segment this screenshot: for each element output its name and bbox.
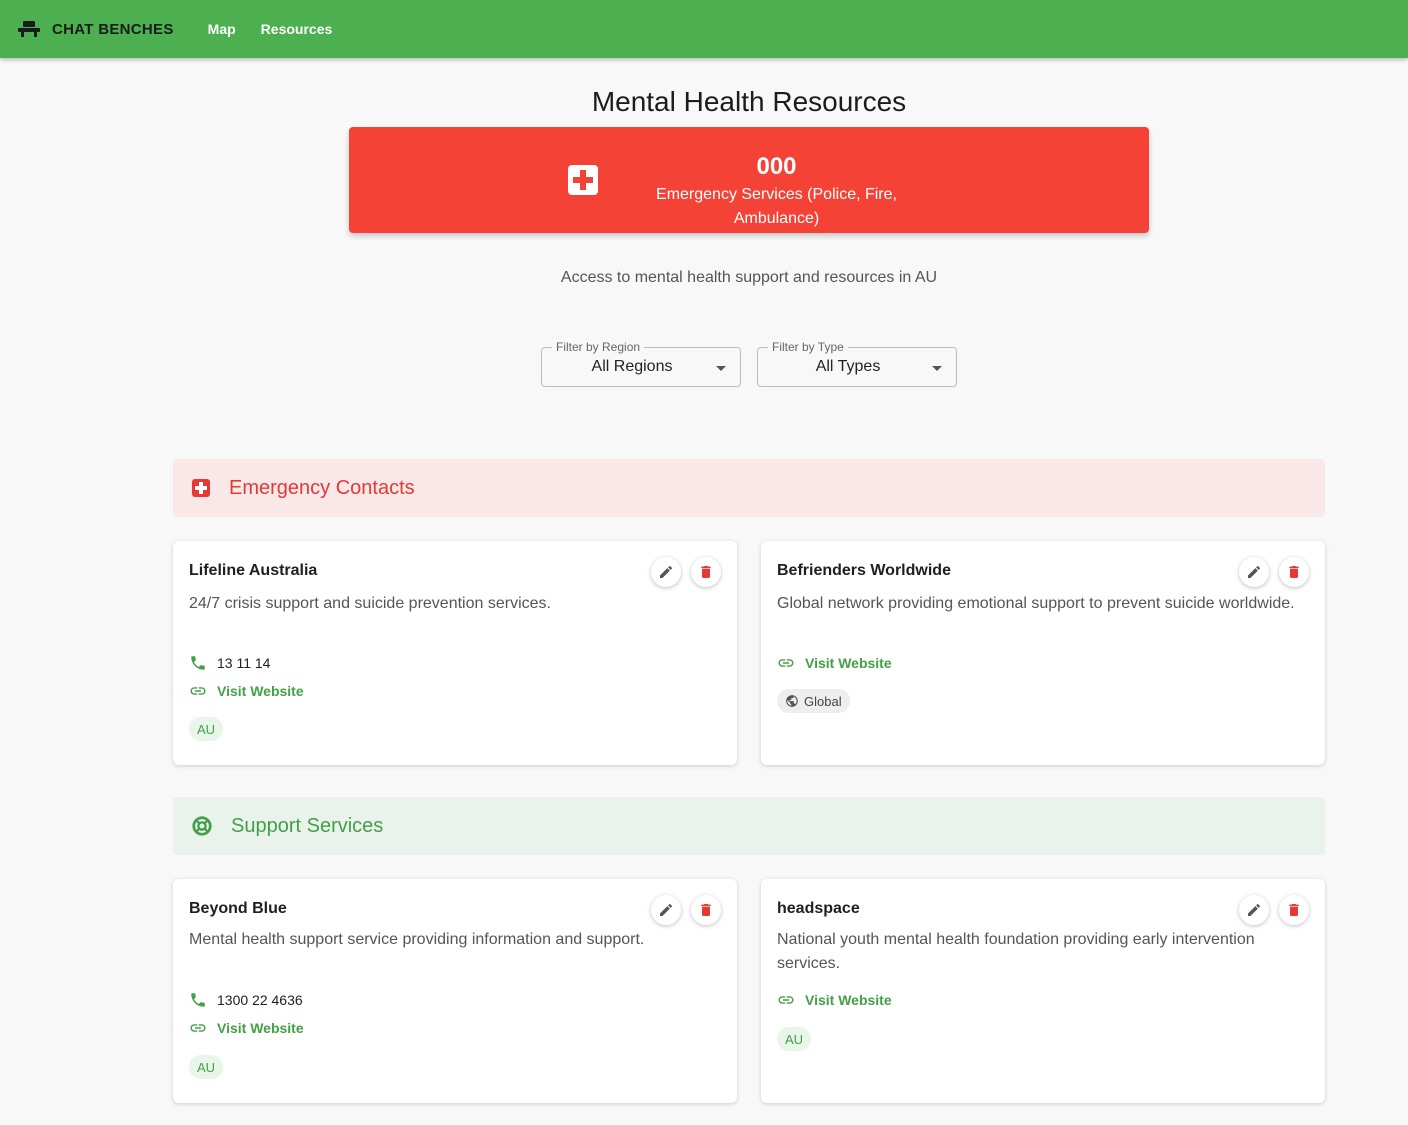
brand[interactable]: CHAT BENCHES [18, 21, 174, 38]
visit-website-link[interactable]: Visit Website [777, 654, 892, 672]
visit-website-label: Visit Website [805, 992, 892, 1008]
resource-name: Beyond Blue [189, 900, 287, 917]
visit-website-label: Visit Website [805, 655, 892, 671]
pencil-icon [1248, 565, 1261, 578]
type-filter-value: All Types [815, 358, 881, 375]
visit-website-link[interactable]: Visit Website [777, 991, 892, 1009]
visit-website-label: Visit Website [217, 1020, 304, 1036]
nav-map[interactable]: Map [208, 21, 236, 37]
banner-text: 000 Emergency Services (Police, Fire, Am… [619, 151, 934, 231]
delete-button[interactable] [1279, 895, 1309, 925]
brand-label: CHAT BENCHES [52, 20, 174, 38]
emergency-number: 000 [756, 153, 797, 180]
lifebuoy-icon [192, 816, 212, 836]
region-filter-select[interactable]: Filter by Region All Regions [541, 340, 741, 387]
region-chip: AU [189, 717, 224, 741]
resource-card-beyond-blue: Beyond Blue Mental health support servic… [173, 879, 737, 1103]
resource-name: Lifeline Australia [189, 562, 318, 579]
link-icon [778, 996, 794, 1004]
phone-row[interactable]: 13 11 14 [189, 654, 270, 672]
resource-description: Mental health support service providing … [189, 931, 645, 948]
edit-button[interactable] [651, 557, 681, 587]
pencil-icon [660, 565, 673, 578]
edit-button[interactable] [1239, 895, 1269, 925]
pencil-icon [660, 903, 673, 916]
resource-card-headspace: headspace National youth mental health f… [761, 879, 1325, 1103]
section-title: Support Services [231, 814, 384, 837]
section-support-services: Support Services [173, 797, 1325, 855]
region-chip: AU [777, 1027, 812, 1051]
medical-cross-icon [568, 165, 598, 195]
page-subtitle: Access to mental health support and reso… [560, 269, 938, 286]
edit-button[interactable] [651, 895, 681, 925]
visit-website-link[interactable]: Visit Website [189, 682, 304, 700]
region-label: Global [804, 693, 842, 709]
link-icon [778, 659, 794, 667]
trash-icon [701, 566, 711, 578]
link-icon [190, 1024, 206, 1032]
trash-icon [1289, 904, 1299, 916]
trash-icon [1289, 566, 1299, 578]
globe-icon [786, 695, 798, 707]
link-icon [190, 687, 206, 695]
dropdown-arrow-icon [716, 366, 726, 371]
phone-icon [191, 993, 205, 1007]
visit-website-label: Visit Website [217, 683, 304, 699]
type-filter-label: Filter by Type [768, 340, 848, 354]
region-filter-label: Filter by Region [552, 340, 645, 354]
resource-description: Global network providing emotional suppo… [777, 595, 1295, 612]
section-title: Emergency Contacts [229, 476, 415, 499]
phone-icon [191, 656, 205, 670]
region-chip: Global [777, 689, 850, 713]
delete-button[interactable] [691, 557, 721, 587]
emergency-label: Emergency Services (Police, Fire, Ambula… [656, 186, 897, 227]
page-title: Mental Health Resources [591, 86, 907, 117]
phone-number: 1300 22 4636 [217, 992, 303, 1008]
section-emergency-contacts: Emergency Contacts [173, 459, 1325, 517]
delete-button[interactable] [691, 895, 721, 925]
resource-description: 24/7 crisis support and suicide preventi… [189, 595, 551, 612]
phone-row[interactable]: 1300 22 4636 [189, 991, 303, 1009]
nav-resources[interactable]: Resources [261, 21, 333, 37]
resource-card-befrienders: Befrienders Worldwide Global network pro… [761, 541, 1325, 765]
app-bar: CHAT BENCHES Map Resources [0, 0, 1408, 58]
region-chip: AU [189, 1055, 224, 1079]
visit-website-link[interactable]: Visit Website [189, 1019, 304, 1037]
delete-button[interactable] [1279, 557, 1309, 587]
resource-name: headspace [777, 900, 860, 917]
trash-icon [701, 904, 711, 916]
type-filter-select[interactable]: Filter by Type All Types [757, 340, 957, 387]
resource-description: National youth mental health foundation … [777, 931, 1255, 972]
dropdown-arrow-icon [932, 366, 942, 371]
region-filter-value: All Regions [591, 358, 673, 375]
phone-number: 13 11 14 [217, 655, 271, 671]
emergency-call-banner[interactable]: 000 Emergency Services (Police, Fire, Am… [349, 127, 1149, 233]
resource-name: Befrienders Worldwide [777, 562, 951, 579]
bench-icon [18, 21, 40, 37]
medical-cross-icon [192, 479, 210, 497]
resource-card-lifeline: Lifeline Australia 24/7 crisis support a… [173, 541, 737, 765]
edit-button[interactable] [1239, 557, 1269, 587]
pencil-icon [1248, 903, 1261, 916]
